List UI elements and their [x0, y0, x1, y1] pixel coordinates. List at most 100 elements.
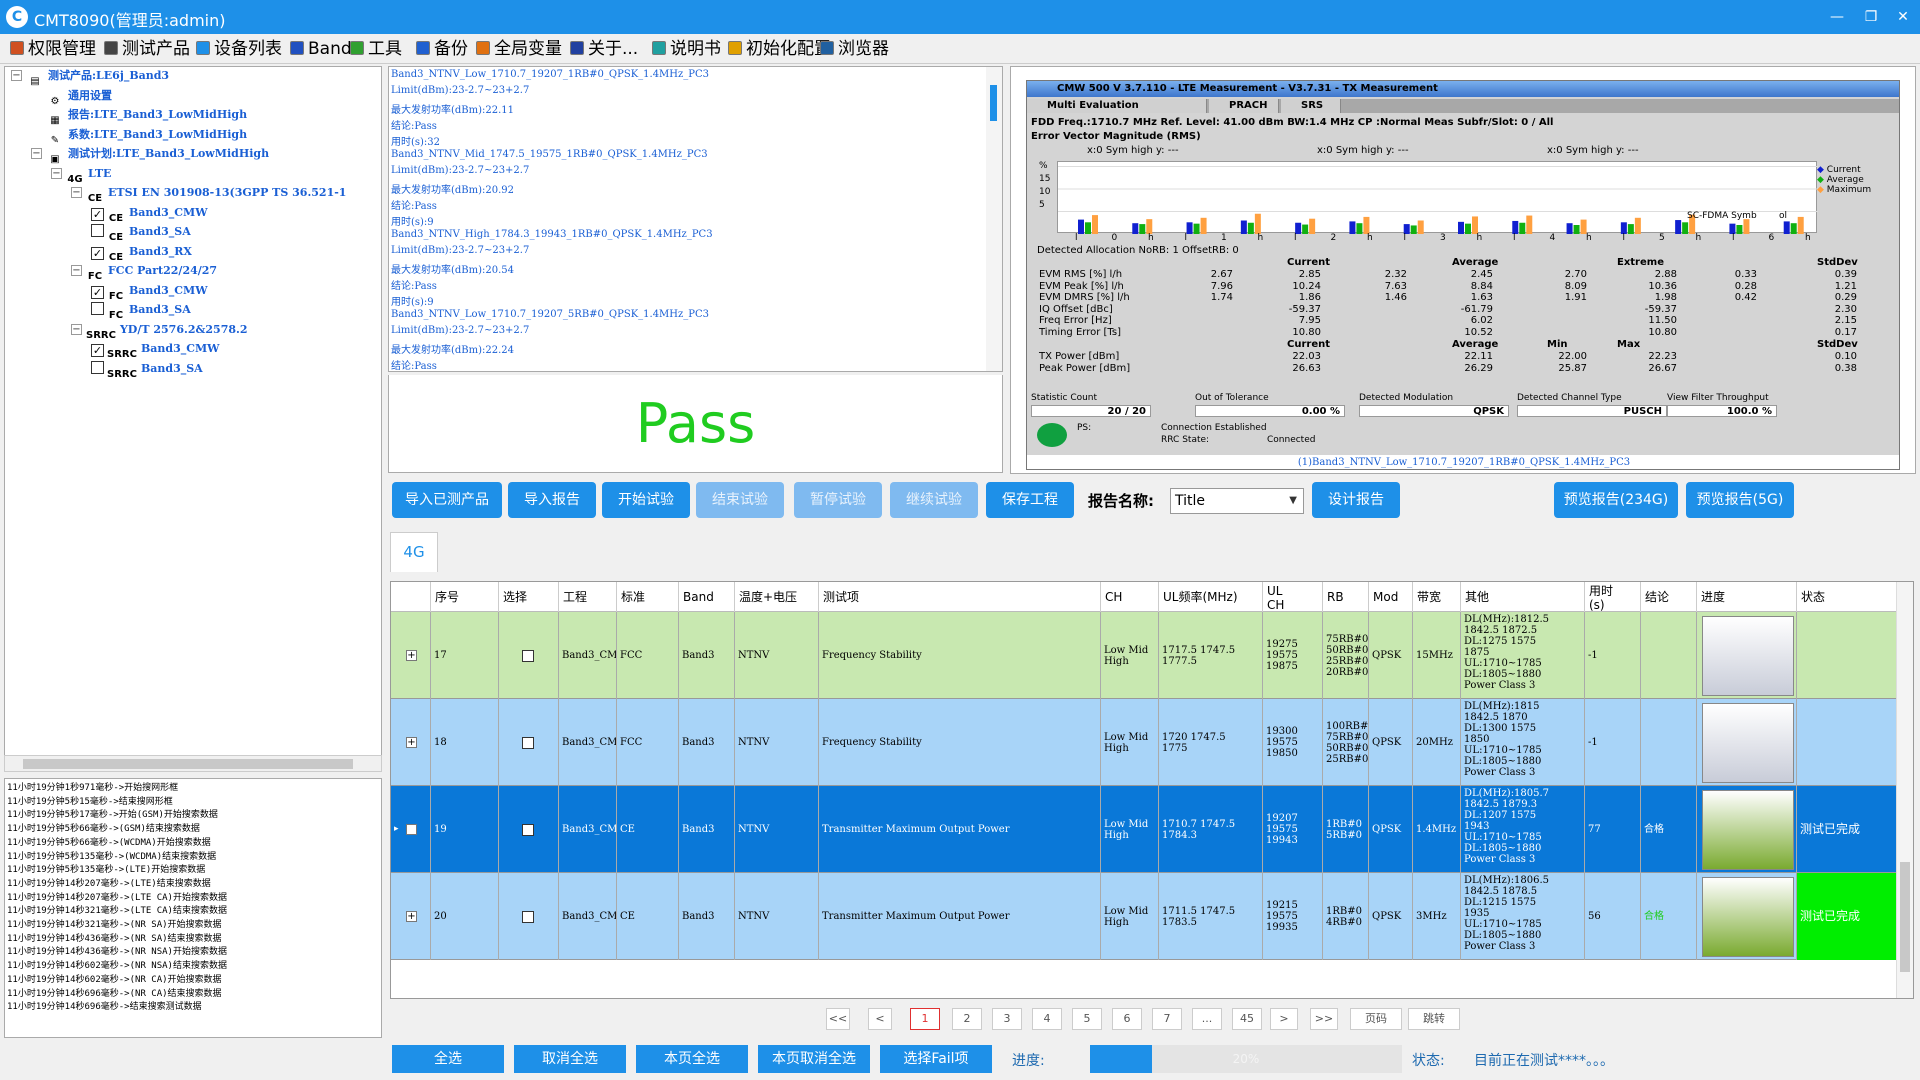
tree-node[interactable]: −FC FCC Part22/24/27: [71, 261, 217, 282]
page-unselect-all-button[interactable]: 本页取消全选: [758, 1045, 870, 1073]
table-row[interactable]: ▸+19Band3_CMWCEBand3NTNVTransmitter Maxi…: [391, 786, 1897, 873]
minimize-button[interactable]: —: [1822, 4, 1852, 30]
tree-node[interactable]: ✓ CE Band3_RX: [91, 242, 192, 263]
pager-button-0[interactable]: <<: [826, 1008, 850, 1030]
menu-about[interactable]: 关于...: [570, 38, 638, 60]
import-product-button[interactable]: 导入已测产品: [392, 482, 502, 518]
grid-cell[interactable]: ▸ +: [391, 786, 431, 873]
table-row[interactable]: +20 Band3_CMWCE Band3 NTNV Transmitter Maxim…: [391, 873, 1897, 960]
menu-manual[interactable]: 说明书: [652, 38, 721, 60]
pager-button-9[interactable]: ...: [1192, 1008, 1222, 1030]
pager-button-13[interactable]: 页码: [1350, 1008, 1402, 1030]
tree-horizontal-scrollbar[interactable]: [4, 755, 382, 772]
table-row[interactable]: +17 Band3_CMWFCC Band3 NTNV Frequency Stabil…: [391, 612, 1897, 699]
design-report-button[interactable]: 设计报告: [1312, 482, 1400, 518]
tree-node[interactable]: ✎ 系数:LTE_Band3_LowMidHigh: [31, 125, 247, 146]
preview-report-234g-button[interactable]: 预览报告(234G): [1554, 482, 1678, 518]
restore-button[interactable]: ❐: [1856, 4, 1886, 30]
report-name-select[interactable]: Title ▼: [1170, 488, 1304, 514]
pager-button-14[interactable]: 跳转: [1408, 1008, 1460, 1030]
expand-icon[interactable]: +: [406, 911, 417, 922]
tree-toggle-icon[interactable]: −: [11, 70, 22, 81]
page-select-all-button[interactable]: 本页全选: [636, 1045, 748, 1073]
pager-button-5[interactable]: 4: [1032, 1008, 1062, 1030]
pager-button-11[interactable]: >: [1270, 1008, 1298, 1030]
row-checkbox[interactable]: [522, 910, 534, 923]
tab-4g[interactable]: 4G: [390, 532, 438, 572]
tree-node[interactable]: ✓ FC Band3_CMW: [91, 281, 208, 302]
pager-button-12[interactable]: >>: [1310, 1008, 1338, 1030]
pager-button-8[interactable]: 7: [1152, 1008, 1182, 1030]
tree-node[interactable]: ⚙ 通用设置: [31, 86, 112, 107]
tree-node[interactable]: −CE ETSI EN 301908-13(3GPP TS 36.521-1: [71, 183, 346, 204]
menu-browser[interactable]: 浏览器: [820, 38, 889, 60]
tree-toggle-icon[interactable]: −: [71, 323, 82, 335]
tree-checkbox[interactable]: ✓: [91, 246, 104, 260]
cmw-caption: (1)Band3_NTNV_Low_1710.7_19207_1RB#0_QPS…: [1027, 455, 1899, 469]
tree-checkbox[interactable]: ✓: [91, 207, 104, 221]
expand-icon[interactable]: +: [406, 824, 417, 835]
resume-test-button[interactable]: 继续试验: [890, 482, 978, 518]
expand-icon[interactable]: +: [406, 650, 417, 661]
pager-button-7[interactable]: 6: [1112, 1008, 1142, 1030]
grid-scrollbar[interactable]: [1896, 582, 1913, 998]
tree-toggle-icon[interactable]: −: [51, 167, 62, 179]
tree-node[interactable]: CE Band3_SA: [91, 222, 191, 243]
tree-checkbox[interactable]: [91, 224, 104, 237]
tree-toggle-icon[interactable]: −: [31, 148, 42, 159]
pause-test-button[interactable]: 暂停试验: [794, 482, 882, 518]
tree-node[interactable]: −▣ 测试计划:LTE_Band3_LowMidHigh: [31, 144, 269, 165]
tree-toggle-icon[interactable]: −: [71, 187, 82, 198]
tree-checkbox[interactable]: ✓: [91, 344, 104, 357]
pager-button-4[interactable]: 3: [992, 1008, 1022, 1030]
row-checkbox[interactable]: [522, 823, 534, 836]
pager-button-2[interactable]: 1: [910, 1008, 940, 1030]
tree-checkbox[interactable]: [91, 302, 104, 315]
table-row[interactable]: +18 Band3_CMWFCC Band3 NTNV Frequency Stabil…: [391, 699, 1897, 786]
grid-cell[interactable]: +: [391, 873, 431, 960]
pager-button-10[interactable]: 45: [1232, 1008, 1262, 1030]
tree-node[interactable]: SRRC Band3_SA: [91, 359, 203, 380]
grid-cell[interactable]: +: [391, 699, 431, 786]
row-checkbox[interactable]: [522, 736, 534, 749]
tree-node[interactable]: −▤ 测试产品:LE6j_Band3: [11, 67, 169, 87]
menu-product[interactable]: 测试产品: [104, 38, 190, 60]
result-scrollbar[interactable]: [986, 67, 1002, 371]
pager-button-3[interactable]: 2: [952, 1008, 982, 1030]
tree-node[interactable]: FC Band3_SA: [91, 300, 191, 321]
menu-global-variable[interactable]: 全局变量: [476, 38, 562, 60]
menu-band[interactable]: Band: [290, 38, 352, 60]
close-button[interactable]: ✕: [1888, 4, 1918, 30]
grid-cell[interactable]: [499, 786, 559, 873]
select-all-button[interactable]: 全选: [392, 1045, 504, 1073]
import-report-button[interactable]: 导入报告: [508, 482, 596, 518]
menu-device[interactable]: 设备列表: [196, 38, 282, 60]
row-checkbox[interactable]: [522, 649, 534, 662]
pager-button-1[interactable]: <: [868, 1008, 892, 1030]
menu-permission[interactable]: 权限管理: [10, 38, 96, 60]
expand-icon[interactable]: +: [406, 737, 417, 748]
pager-button-6[interactable]: 5: [1072, 1008, 1102, 1030]
tree-node[interactable]: −4G LTE: [51, 164, 111, 185]
grid-cell[interactable]: [499, 873, 559, 960]
tree-node[interactable]: ✓ SRRC Band3_CMW: [91, 339, 220, 360]
product-tree[interactable]: −▤ 测试产品:LE6j_Band3 ⚙ 通用设置 ▦ 报告:LTE_Band3_LowM…: [4, 66, 382, 756]
grid-cell[interactable]: [499, 699, 559, 786]
tree-node[interactable]: ✓ CE Band3_CMW: [91, 203, 208, 224]
grid-cell[interactable]: [499, 612, 559, 699]
tree-checkbox[interactable]: ✓: [91, 285, 104, 299]
menu-backup[interactable]: 备份: [416, 38, 468, 60]
preview-report-5g-button[interactable]: 预览报告(5G): [1686, 482, 1794, 518]
tree-toggle-icon[interactable]: −: [71, 265, 82, 276]
menu-init-config[interactable]: 初始化配置: [728, 38, 831, 60]
grid-cell[interactable]: +: [391, 612, 431, 699]
start-test-button[interactable]: 开始试验: [602, 482, 690, 518]
menu-tool[interactable]: 工具: [350, 38, 402, 60]
tree-node[interactable]: −SRRC YD/T 2576.2&2578.2: [71, 320, 248, 341]
save-project-button[interactable]: 保存工程: [986, 482, 1074, 518]
select-fail-button[interactable]: 选择Fail项: [880, 1045, 992, 1073]
tree-checkbox[interactable]: [91, 360, 104, 374]
tree-node[interactable]: ▦ 报告:LTE_Band3_LowMidHigh: [31, 105, 247, 126]
unselect-all-button[interactable]: 取消全选: [514, 1045, 626, 1073]
stop-test-button[interactable]: 结束试验: [696, 482, 784, 518]
